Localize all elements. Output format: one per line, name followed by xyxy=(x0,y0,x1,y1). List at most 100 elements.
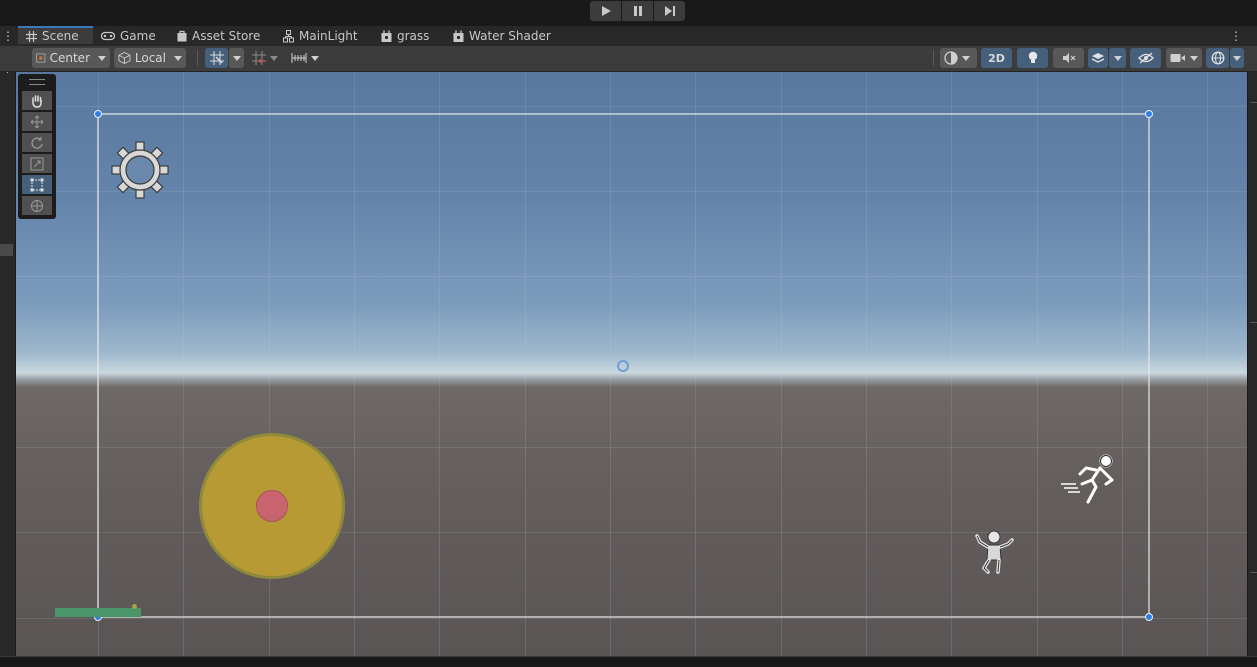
increment-snap-icon xyxy=(252,51,266,65)
chevron-down-icon xyxy=(1113,55,1122,61)
gameobject-icon xyxy=(283,29,294,42)
shaded-sphere-icon xyxy=(944,51,958,65)
tab-label: Water Shader xyxy=(469,29,551,43)
tab-water-shader[interactable]: Water Shader xyxy=(453,26,551,46)
eye-hidden-icon xyxy=(1137,52,1154,64)
chevron-down-icon xyxy=(98,55,106,61)
pivot-center-icon xyxy=(36,53,46,63)
dock-edge-marker xyxy=(1250,572,1257,573)
shader-icon xyxy=(453,30,464,42)
space-mode-dropdown[interactable]: Local xyxy=(114,48,186,68)
transform-tool-button[interactable] xyxy=(22,196,52,215)
rect-handle-bottom-right[interactable] xyxy=(1145,613,1153,621)
gizmo-globe-icon xyxy=(1211,51,1224,65)
step-button[interactable] xyxy=(654,1,685,21)
rect-handle-top-left[interactable] xyxy=(94,110,102,118)
transform-all-icon xyxy=(31,199,43,212)
chevron-down-icon xyxy=(1233,55,1241,61)
tab-label: MainLight xyxy=(299,29,358,43)
scale-icon xyxy=(30,157,44,170)
space-mode-label: Local xyxy=(134,51,166,65)
gizmos-toggle[interactable] xyxy=(1206,48,1229,68)
2d-mode-toggle[interactable]: 2D xyxy=(981,48,1012,68)
chevron-down-icon xyxy=(270,55,278,61)
scene-viewport[interactable] xyxy=(16,72,1247,656)
ruler-icon xyxy=(291,53,307,63)
playmode-controls xyxy=(590,1,686,21)
rotate-icon xyxy=(31,136,43,149)
tab-options-dots-icon[interactable]: ⋮ xyxy=(1230,29,1242,43)
toolbar-separator xyxy=(933,50,934,66)
grid-snap-toggle[interactable] xyxy=(205,48,228,68)
panel-menu-dots-icon[interactable]: ⋮ xyxy=(2,29,14,43)
effects-toggle[interactable] xyxy=(1088,48,1108,68)
tab-grass[interactable]: grass xyxy=(381,26,429,46)
pivot-handle[interactable] xyxy=(617,360,629,372)
lighting-toggle[interactable] xyxy=(1017,48,1048,68)
tab-label: grass xyxy=(397,29,430,43)
pause-icon xyxy=(633,6,642,16)
hand-tool-button[interactable] xyxy=(22,91,52,110)
chevron-down-icon xyxy=(311,55,319,61)
left-dock-strip: ⋮ xyxy=(0,46,15,656)
step-icon xyxy=(664,6,675,16)
cube-icon xyxy=(118,51,131,65)
hand-icon xyxy=(32,94,42,108)
2d-mode-label: 2D xyxy=(988,51,1005,65)
tab-scene[interactable]: Scene xyxy=(18,26,93,44)
scene-visibility-toggle[interactable] xyxy=(1130,48,1161,68)
rotate-tool-button[interactable] xyxy=(22,133,52,152)
draw-mode-dropdown[interactable] xyxy=(940,48,977,68)
gizmos-dropdown[interactable] xyxy=(1230,48,1244,68)
scale-tool-button[interactable] xyxy=(22,154,52,173)
chevron-down-icon xyxy=(1190,55,1198,61)
camera-bounds-gizmo[interactable] xyxy=(16,72,1247,656)
dock-edge-marker xyxy=(1250,102,1257,103)
effects-layers-icon xyxy=(1091,53,1105,63)
pivot-mode-label: Center xyxy=(49,51,90,65)
tool-palette xyxy=(18,74,56,219)
audio-toggle[interactable] xyxy=(1053,48,1084,68)
chevron-down-icon xyxy=(232,55,241,61)
grid-snap-dropdown[interactable] xyxy=(229,48,244,68)
right-dock-strip xyxy=(1248,72,1257,656)
rect-transform-icon xyxy=(30,178,44,191)
move-tool-button[interactable] xyxy=(22,112,52,131)
tab-asset-store[interactable]: Asset Store xyxy=(177,26,260,46)
audio-muted-icon xyxy=(1062,53,1075,63)
ground-platform[interactable] xyxy=(55,608,141,617)
dock-tab[interactable] xyxy=(0,244,13,256)
running-character-icon[interactable] xyxy=(1060,454,1120,506)
tab-label: Asset Store xyxy=(192,29,261,43)
pivot-mode-dropdown[interactable]: Center xyxy=(32,48,110,68)
dock-edge-marker xyxy=(1250,322,1257,323)
tab-game[interactable]: Game xyxy=(101,26,156,46)
move-arrows-icon xyxy=(30,115,44,128)
tab-label: Scene xyxy=(42,29,79,43)
pause-button[interactable] xyxy=(622,1,653,21)
increment-snap-toggle[interactable] xyxy=(248,48,286,68)
store-bag-icon xyxy=(177,30,187,42)
chevron-down-icon xyxy=(962,55,970,61)
ground-marker xyxy=(132,604,137,609)
rect-tool-button[interactable] xyxy=(22,175,52,194)
tab-mainlight[interactable]: MainLight xyxy=(283,26,358,46)
bottom-panel-edge xyxy=(0,656,1257,667)
snap-grid-icon xyxy=(209,51,224,65)
toolbar-separator xyxy=(197,50,198,66)
jumping-character-icon[interactable] xyxy=(974,528,1016,578)
ruler-dropdown[interactable] xyxy=(287,48,323,68)
gamepad-icon xyxy=(101,31,115,41)
play-button[interactable] xyxy=(590,1,621,21)
effects-dropdown[interactable] xyxy=(1109,48,1126,68)
top-bar xyxy=(0,0,1257,26)
rect-handle-top-right[interactable] xyxy=(1145,110,1153,118)
grid-icon xyxy=(26,30,37,42)
gear-icon[interactable] xyxy=(110,140,170,200)
tab-label: Game xyxy=(120,29,156,43)
palette-drag-handle[interactable] xyxy=(29,79,45,85)
lightbulb-icon xyxy=(1028,51,1037,63)
red-circle-object[interactable] xyxy=(256,490,288,522)
play-icon xyxy=(601,6,611,16)
camera-settings-dropdown[interactable] xyxy=(1166,48,1202,68)
